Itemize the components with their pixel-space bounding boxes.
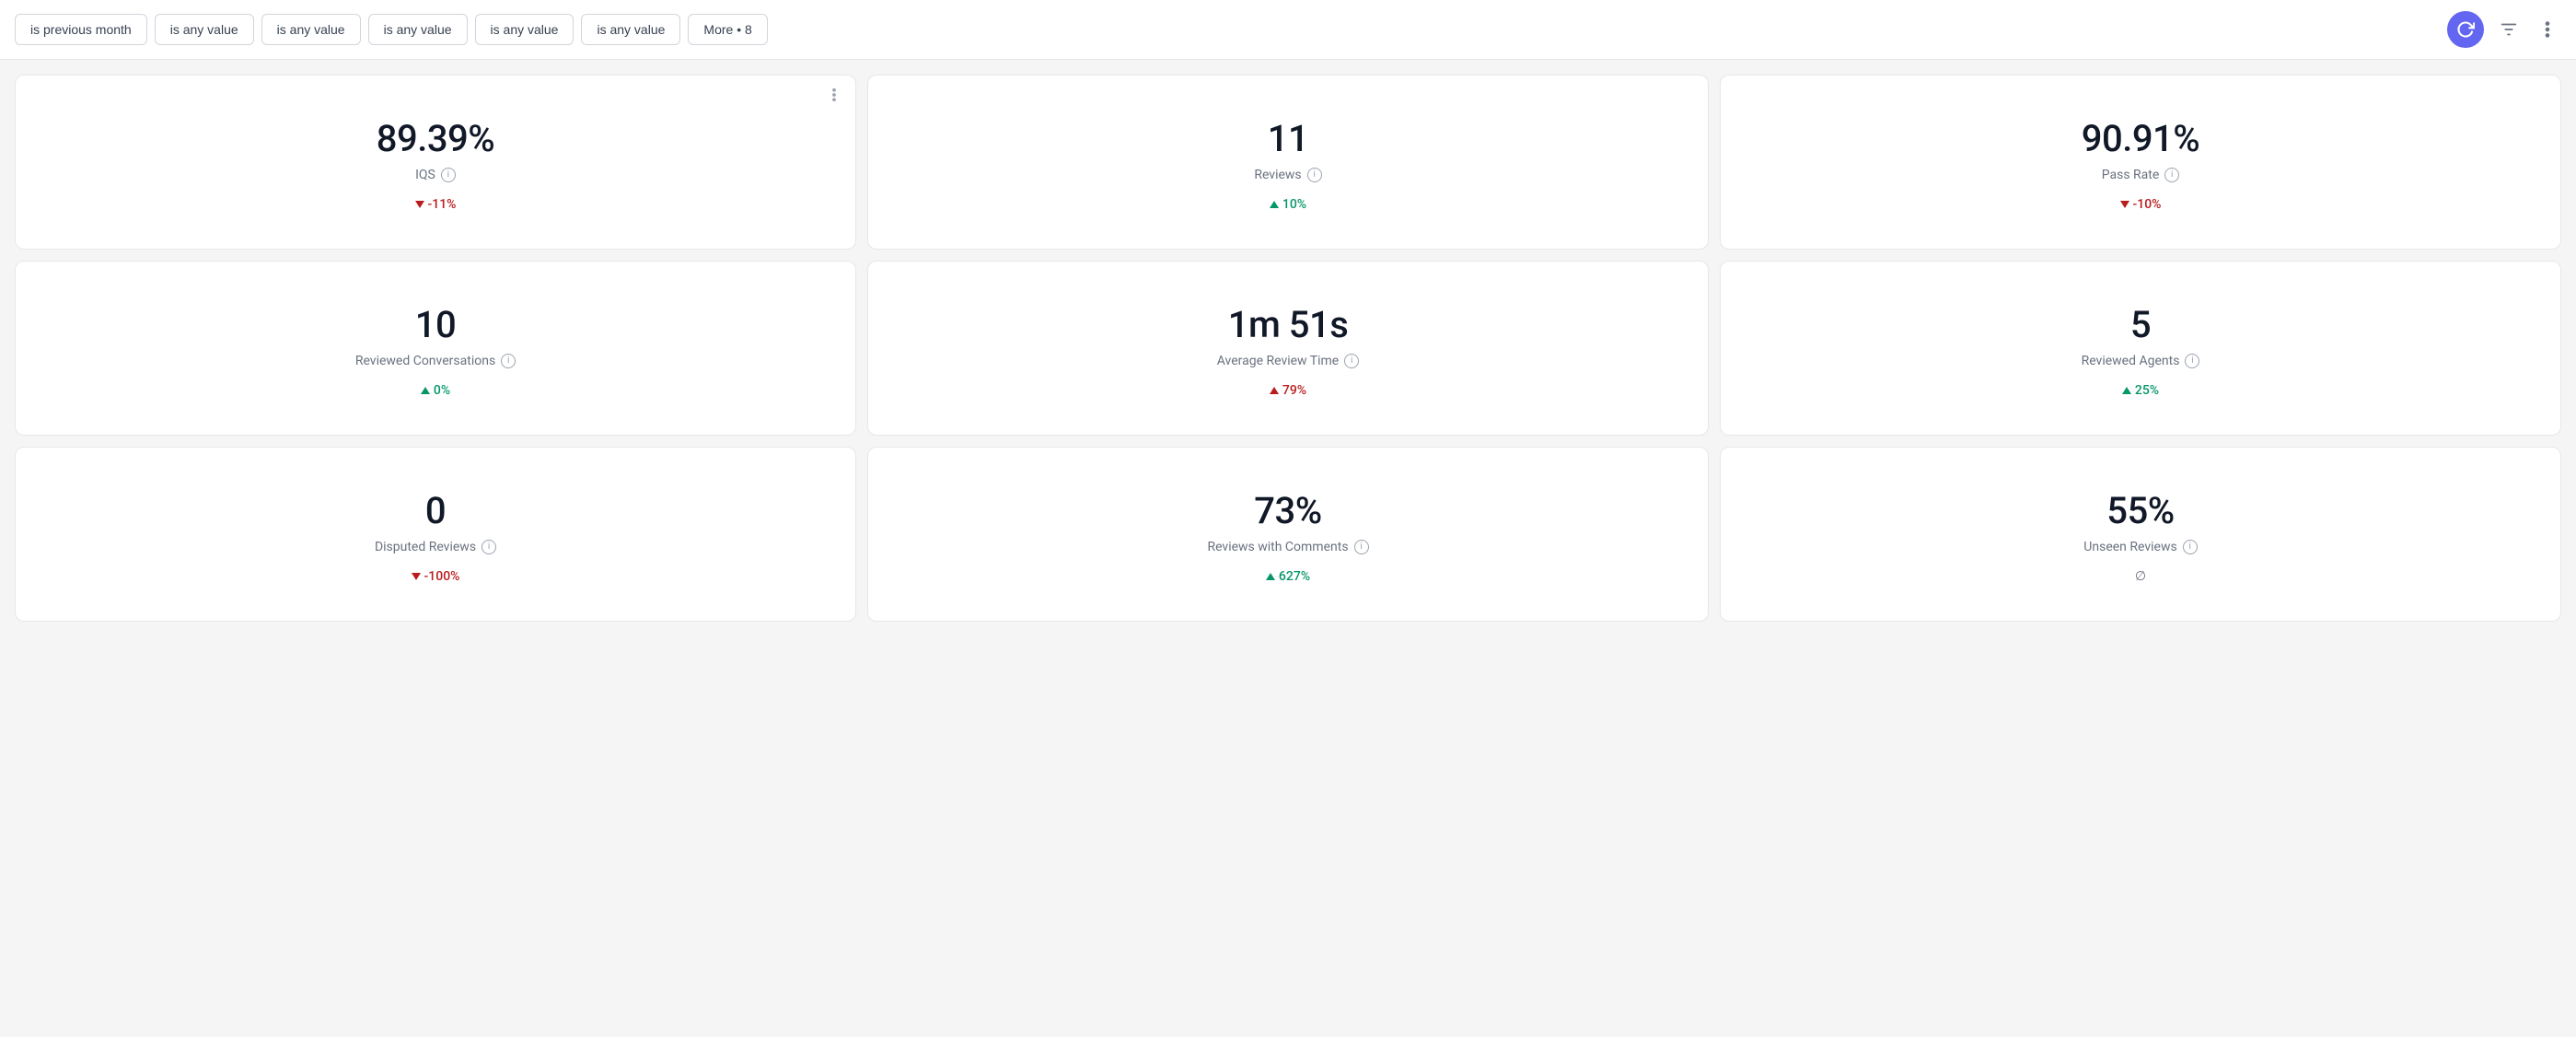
- metric-card-reviewed-agents: 5 Reviewed Agents i 25%: [1720, 261, 2561, 436]
- filter-chip-4[interactable]: is any value: [368, 14, 468, 45]
- triangle-down-icon: [415, 201, 424, 208]
- metric-change-iqs: -11%: [415, 197, 457, 212]
- metric-card-iqs: 89.39% IQS i -11%: [15, 75, 856, 250]
- metric-change-unseen-reviews: ∅: [2135, 569, 2146, 584]
- top-bar: is previous month is any value is any va…: [0, 0, 2576, 60]
- metric-label-reviews: Reviews i: [1254, 168, 1321, 182]
- triangle-up-icon: [1270, 201, 1279, 208]
- triangle-up-red-icon: [1270, 387, 1279, 394]
- triangle-up-icon: [1266, 573, 1275, 580]
- metric-value-reviewed-conversations: 10: [415, 303, 456, 346]
- metrics-grid: 89.39% IQS i -11% 11 Reviews i 10% 90.91…: [0, 60, 2576, 636]
- filter-icon-button[interactable]: [2495, 16, 2523, 43]
- triangle-down-icon: [412, 573, 421, 580]
- metric-change-reviews-with-comments: 627%: [1266, 569, 1310, 584]
- date-filter-chip[interactable]: is previous month: [15, 14, 147, 45]
- metric-value-reviews-with-comments: 73%: [1254, 489, 1321, 532]
- metric-label-reviews-with-comments: Reviews with Comments i: [1207, 540, 1368, 554]
- info-icon-reviewed-conversations[interactable]: i: [501, 354, 516, 368]
- metric-card-reviewed-conversations: 10 Reviewed Conversations i 0%: [15, 261, 856, 436]
- metric-value-unseen-reviews: 55%: [2106, 489, 2174, 532]
- info-icon-reviewed-agents[interactable]: i: [2185, 354, 2199, 368]
- filter-chip-6[interactable]: is any value: [581, 14, 680, 45]
- info-icon-pass-rate[interactable]: i: [2164, 168, 2179, 182]
- metric-value-disputed-reviews: 0: [425, 489, 446, 532]
- metric-label-unseen-reviews: Unseen Reviews i: [2083, 540, 2197, 554]
- triangle-down-icon: [2120, 201, 2129, 208]
- metric-card-disputed-reviews: 0 Disputed Reviews i -100%: [15, 447, 856, 622]
- filter-chip-2[interactable]: is any value: [155, 14, 254, 45]
- info-icon-average-review-time[interactable]: i: [1344, 354, 1359, 368]
- info-icon-iqs[interactable]: i: [441, 168, 456, 182]
- filter-chip-3[interactable]: is any value: [261, 14, 361, 45]
- metric-change-pass-rate: -10%: [2120, 197, 2162, 212]
- metric-card-unseen-reviews: 55% Unseen Reviews i ∅: [1720, 447, 2561, 622]
- metric-label-average-review-time: Average Review Time i: [1217, 354, 1360, 368]
- metric-label-reviewed-conversations: Reviewed Conversations i: [355, 354, 516, 368]
- info-icon-disputed-reviews[interactable]: i: [482, 540, 496, 554]
- metric-change-reviewed-agents: 25%: [2122, 383, 2159, 398]
- metric-card-reviews: 11 Reviews i 10%: [867, 75, 1709, 250]
- refresh-button[interactable]: [2447, 11, 2484, 48]
- metric-value-iqs: 89.39%: [377, 117, 495, 160]
- metric-change-average-review-time: 79%: [1270, 383, 1306, 398]
- metric-card-average-review-time: 1m 51s Average Review Time i 79%: [867, 261, 1709, 436]
- info-icon-reviews[interactable]: i: [1307, 168, 1322, 182]
- filter-chip-5[interactable]: is any value: [475, 14, 574, 45]
- metric-value-average-review-time: 1m 51s: [1228, 303, 1349, 346]
- filter-icon: [2499, 19, 2519, 40]
- metric-card-pass-rate: 90.91% Pass Rate i -10%: [1720, 75, 2561, 250]
- metric-change-disputed-reviews: -100%: [412, 569, 460, 584]
- metric-value-reviewed-agents: 5: [2130, 303, 2151, 346]
- more-vertical-icon: [2537, 19, 2558, 40]
- metric-value-reviews: 11: [1268, 117, 1308, 160]
- metric-change-reviews: 10%: [1270, 197, 1306, 212]
- metric-change-reviewed-conversations: 0%: [421, 383, 450, 398]
- top-bar-actions: [2447, 11, 2561, 48]
- metric-card-reviews-with-comments: 73% Reviews with Comments i 627%: [867, 447, 1709, 622]
- metric-card-menu-iqs[interactable]: [826, 87, 842, 109]
- metric-label-iqs: IQS i: [415, 168, 456, 182]
- metric-label-reviewed-agents: Reviewed Agents i: [2082, 354, 2200, 368]
- metric-value-pass-rate: 90.91%: [2082, 117, 2200, 160]
- filter-chip-more[interactable]: More • 8: [688, 14, 767, 45]
- metric-label-disputed-reviews: Disputed Reviews i: [375, 540, 496, 554]
- triangle-up-icon: [2122, 387, 2131, 394]
- triangle-up-icon: [421, 387, 430, 394]
- info-icon-reviews-with-comments[interactable]: i: [1354, 540, 1369, 554]
- more-options-button[interactable]: [2534, 16, 2561, 43]
- refresh-icon: [2456, 20, 2475, 39]
- metric-label-pass-rate: Pass Rate i: [2102, 168, 2180, 182]
- info-icon-unseen-reviews[interactable]: i: [2183, 540, 2198, 554]
